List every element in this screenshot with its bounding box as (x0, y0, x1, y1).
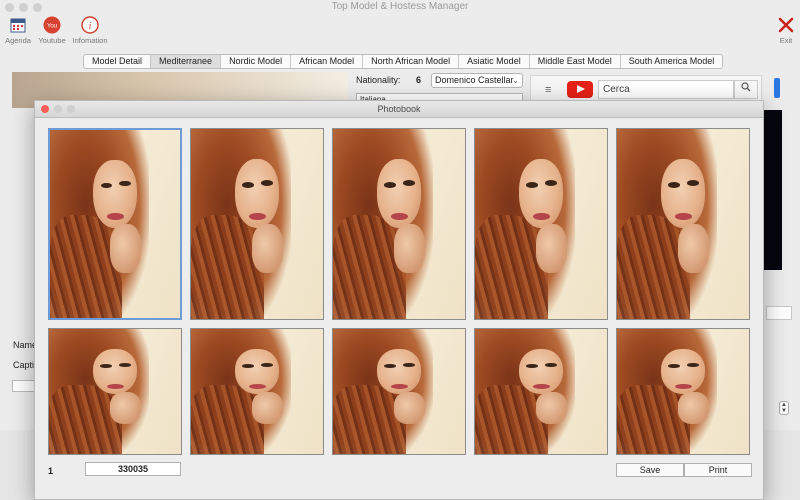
photo-thumbnail[interactable] (616, 328, 750, 455)
agent-select-value: Domenico Castellar (435, 75, 514, 85)
photo-thumbnail[interactable] (332, 128, 466, 320)
caption-field[interactable] (12, 380, 36, 392)
zoom-window-button[interactable] (33, 3, 42, 12)
youtube-button[interactable]: You Youtube (36, 16, 68, 45)
exit-icon (777, 16, 795, 34)
photo-thumbnail[interactable] (190, 128, 324, 320)
exit-button[interactable]: Exit (774, 16, 798, 45)
tab-south-america-model[interactable]: South America Model (621, 55, 723, 68)
model-code-field[interactable]: 330035 (85, 462, 181, 476)
magnifier-icon[interactable] (734, 80, 758, 99)
information-button[interactable]: i Infomation (70, 16, 110, 45)
tab-asiatic-model[interactable]: Asiatic Model (459, 55, 530, 68)
nationality-label: Nationality: (356, 75, 401, 85)
agenda-button[interactable]: Agenda (3, 16, 33, 45)
agent-select[interactable]: Domenico Castellar ⌄ (431, 73, 523, 88)
tab-model-detail[interactable]: Model Detail (84, 55, 152, 68)
main-toolbar: Agenda You Youtube i Infomation Exit (0, 16, 800, 50)
tab-nordic-model[interactable]: Nordic Model (221, 55, 292, 68)
youtube-icon: You (43, 16, 61, 34)
scrollbar-thumb[interactable] (774, 78, 780, 98)
chevron-down-icon: ⌄ (512, 76, 519, 85)
window-title: Top Model & Hostess Manager (331, 1, 469, 12)
youtube-video-player[interactable] (762, 110, 782, 270)
hamburger-icon[interactable]: ≡ (545, 84, 551, 96)
stepper-control[interactable]: ▲ ▼ (779, 401, 789, 415)
calendar-icon (9, 16, 27, 34)
svg-text:i: i (89, 21, 92, 32)
photo-thumbnail[interactable] (616, 128, 750, 320)
photo-thumbnail[interactable] (332, 328, 466, 455)
tab-middle-east-model[interactable]: Middle East Model (530, 55, 621, 68)
info-icon: i (81, 16, 99, 34)
dialog-close-button[interactable] (41, 105, 49, 113)
dialog-zoom-button[interactable] (67, 105, 75, 113)
youtube-logo-icon[interactable] (567, 81, 593, 98)
svg-text:You: You (47, 24, 57, 30)
information-label: Infomation (72, 36, 108, 45)
save-button[interactable]: Save (616, 463, 684, 477)
print-button[interactable]: Print (684, 463, 752, 477)
photo-thumbnail[interactable] (190, 328, 324, 455)
agenda-label: Agenda (5, 36, 31, 45)
dialog-title: Photobook (377, 104, 421, 114)
nationality-number: 6 (416, 75, 422, 85)
window-titlebar: Top Model & Hostess Manager (0, 0, 800, 16)
close-window-button[interactable] (5, 3, 14, 12)
youtube-search-input[interactable]: Cerca (598, 80, 734, 99)
photobook-dialog: Photobook 1 330035 Save Print (34, 100, 764, 500)
photo-thumbnail[interactable] (474, 328, 608, 455)
photo-thumbnail[interactable] (474, 128, 608, 320)
model-category-tabs: Model Detail Mediterranee Nordic Model A… (83, 54, 724, 69)
exit-label: Exit (779, 36, 793, 45)
dialog-titlebar: Photobook (35, 101, 763, 118)
side-field[interactable] (766, 306, 792, 320)
photo-thumbnail[interactable] (48, 328, 182, 455)
minimize-window-button[interactable] (19, 3, 28, 12)
photo-thumbnail[interactable] (48, 128, 182, 320)
caption-label: Capti (13, 360, 35, 370)
tab-mediterranee[interactable]: Mediterranee (151, 55, 222, 68)
page-number: 1 (48, 466, 54, 476)
tab-north-african-model[interactable]: North African Model (363, 55, 460, 68)
tab-african-model[interactable]: African Model (291, 55, 364, 68)
youtube-panel: ≡ Cerca (530, 75, 762, 103)
youtube-label: Youtube (38, 36, 66, 45)
dialog-minimize-button[interactable] (54, 105, 62, 113)
